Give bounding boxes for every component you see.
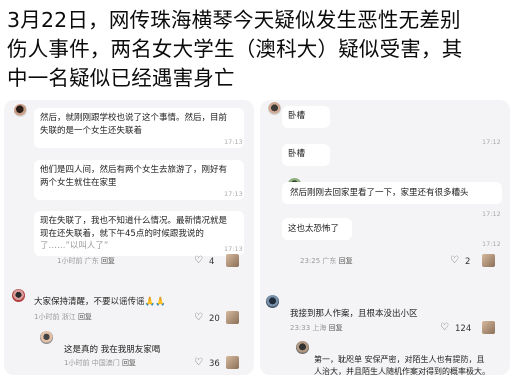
heart-icon[interactable]: ♡ bbox=[194, 313, 203, 323]
like-count: 36 bbox=[209, 359, 220, 369]
message-text: 然后刚刚去回家里看了一下，家里还有很多糟头 bbox=[290, 188, 469, 198]
post-time: 23:25 bbox=[300, 257, 321, 265]
message-time: 17:12 bbox=[482, 138, 501, 146]
message-text: 卧槽 bbox=[288, 111, 306, 121]
headline-line-3: 中一名疑似已经遇害身亡 bbox=[7, 66, 235, 90]
message-time: 17:12 bbox=[482, 210, 501, 218]
chat-bubble: 卧槽 bbox=[282, 106, 330, 128]
reply-button[interactable]: 回复 bbox=[122, 359, 136, 367]
thumbnail-image[interactable] bbox=[226, 254, 239, 267]
right-screenshot-panel: 卧槽 17:12 卧槽 然后刚刚去回家里看了一下，家里还有很多糟头 17:12 … bbox=[260, 100, 510, 375]
thumbnail-image[interactable] bbox=[482, 321, 495, 334]
message-text: 了……”以叫人了” bbox=[40, 241, 109, 251]
message-time: 17:13 bbox=[224, 245, 243, 253]
message-time: 17:12 bbox=[482, 240, 501, 248]
comment-meta: 1小时前 浙江 回复 bbox=[34, 312, 92, 322]
comment-ago: 1小时前 bbox=[64, 359, 90, 367]
comment-ago: 1小时前 bbox=[34, 313, 60, 321]
headline-line-1: 3月22日，网传珠海横琴今天疑似发生恶性无差别 bbox=[7, 8, 461, 32]
avatar[interactable] bbox=[268, 102, 281, 115]
message-time: 17:13 bbox=[224, 138, 243, 146]
comment-text: 我接到那人作案，且根本没出小区 bbox=[290, 309, 418, 319]
comment-location: 浙江 bbox=[61, 313, 76, 321]
headline-line-2: 伤人事件，两名女大学生（澳科大）疑似受害，其 bbox=[7, 37, 463, 61]
post-meta: 23:25 广东 回复 bbox=[300, 256, 353, 266]
left-screenshot-panel: 然后，就刚刚跟学校也说了这个事情。然后，目前 失联的是一个女生还失联着 17:1… bbox=[4, 100, 254, 375]
comment-text: 这是真的 我在我朋友家喝 bbox=[64, 345, 161, 355]
message-text: 现在失联了，我也不知道什么情况。最新情况就是 bbox=[40, 216, 228, 226]
reply-button[interactable]: 回复 bbox=[329, 324, 343, 332]
comment-meta: 1小时前 中国澳门 回复 bbox=[64, 358, 136, 368]
reply-button[interactable]: 回复 bbox=[339, 257, 353, 265]
thumbnail-image[interactable] bbox=[226, 311, 239, 324]
like-count: 124 bbox=[455, 324, 472, 334]
chat-bubble: 然后刚刚去回家里看了一下，家里还有很多糟头 bbox=[282, 182, 502, 204]
post-meta: 1小时前 广东 回复 bbox=[57, 256, 115, 266]
message-text: 然后，就刚刚跟学校也说了这个事情。然后，目前 bbox=[40, 113, 228, 123]
headline: 3月22日，网传珠海横琴今天疑似发生恶性无差别 伤人事件，两名女大学生（澳科大）… bbox=[7, 6, 509, 93]
chat-bubble: 卧槽 bbox=[282, 144, 330, 166]
post-location: 广东 bbox=[84, 257, 99, 265]
message-text: 这也太恐怖了 bbox=[288, 224, 340, 234]
avatar[interactable] bbox=[12, 289, 25, 302]
comment-location: 上海 bbox=[312, 324, 327, 332]
heart-icon[interactable]: ♡ bbox=[440, 323, 449, 333]
reply-button[interactable]: 回复 bbox=[78, 313, 92, 321]
post-ago: 1小时前 bbox=[57, 257, 83, 265]
avatar[interactable] bbox=[14, 104, 27, 117]
like-count: 2 bbox=[465, 257, 471, 267]
like-count: 4 bbox=[209, 257, 215, 267]
heart-icon[interactable]: ♡ bbox=[194, 256, 203, 266]
message-text: 他们是四人间，然后有两个女生去旅游了，刚好有 bbox=[40, 165, 228, 175]
message-text: 卧槽 bbox=[288, 149, 306, 159]
chat-bubble: 他们是四人间，然后有两个女生去旅游了，刚好有 两个女生就住在家里 17:13 bbox=[34, 160, 244, 200]
like-count: 20 bbox=[209, 314, 220, 324]
message-time: 17:13 bbox=[224, 190, 243, 198]
message-text: 失联的是一个女生还失联着 bbox=[40, 126, 143, 136]
avatar[interactable] bbox=[266, 295, 279, 308]
chat-bubble: 现在失联了，我也不知道什么情况。最新情况就是 现在还失联着，就下午45点的时候跟… bbox=[34, 211, 244, 256]
thumbnail-image[interactable] bbox=[226, 356, 239, 369]
avatar[interactable] bbox=[40, 331, 53, 344]
message-text: 两个女生就住在家里 bbox=[40, 178, 117, 188]
avatar[interactable] bbox=[296, 341, 309, 354]
chat-bubble: 然后，就刚刚跟学校也说了这个事情。然后，目前 失联的是一个女生还失联着 17:1… bbox=[34, 108, 244, 148]
heart-icon[interactable]: ♡ bbox=[194, 358, 203, 368]
chat-bubble: 这也太恐怖了 bbox=[282, 218, 352, 240]
comment-location: 中国澳门 bbox=[91, 359, 120, 367]
comment-text: 大家保持清醒，不要以谣传谣🙏🙏 bbox=[34, 297, 166, 307]
comment-meta: 23:33 上海 回复 bbox=[290, 323, 343, 333]
post-location: 广东 bbox=[322, 257, 337, 265]
thumbnail-image[interactable] bbox=[482, 254, 495, 267]
heart-icon[interactable]: ♡ bbox=[450, 256, 459, 266]
comment-time: 23:33 bbox=[290, 324, 311, 332]
comment-text: 人治大，并且陌生人随机作案对得到的概率极大。 bbox=[314, 367, 490, 375]
reply-button[interactable]: 回复 bbox=[101, 257, 115, 265]
